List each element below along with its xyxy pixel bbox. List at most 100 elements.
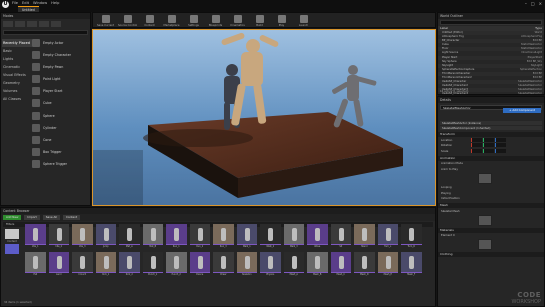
asset-tile[interactable]: Skeleton	[236, 252, 257, 278]
placeable-item[interactable]: Player Start	[32, 86, 90, 97]
x-field[interactable]	[471, 148, 482, 153]
placeable-item[interactable]: Cylinder	[32, 122, 90, 133]
menu-window[interactable]: Window	[33, 1, 47, 5]
category-item[interactable]: Lights	[2, 55, 32, 63]
asset-tile[interactable]: Mesh_E	[377, 252, 398, 278]
outliner-search-input[interactable]	[440, 20, 542, 25]
modes-search-input[interactable]	[3, 30, 88, 35]
y-field[interactable]	[483, 137, 494, 142]
category-item[interactable]: Volumes	[2, 87, 32, 95]
import-button[interactable]: Import	[24, 215, 40, 220]
asset-tile[interactable]: Mesh_B	[307, 252, 328, 278]
toolbar-button[interactable]: Cinematics	[230, 15, 245, 27]
toolbar-button[interactable]: Build	[253, 15, 266, 27]
landscape-mode-icon[interactable]	[27, 21, 37, 27]
asset-tile[interactable]: Punch_1	[142, 252, 163, 278]
level-viewport[interactable]	[92, 29, 436, 206]
add-new-button[interactable]: Add New	[3, 215, 22, 220]
material-thumbnail[interactable]	[478, 239, 492, 250]
asset-tile[interactable]: Idle_2	[48, 224, 69, 250]
asset-tile[interactable]: Walk_3	[283, 224, 304, 250]
anim-thumbnail[interactable]	[478, 172, 492, 184]
geometry-mode-icon[interactable]	[51, 21, 61, 27]
toolbar-button[interactable]: Source Control	[118, 15, 137, 27]
paint-mode-icon[interactable]	[15, 21, 25, 27]
placeable-item[interactable]: Empty Actor	[32, 37, 90, 48]
asset-tile[interactable]: Kick_1	[95, 252, 116, 278]
category-item[interactable]: Geometry	[2, 79, 32, 87]
placeable-item[interactable]: Cube	[32, 98, 90, 109]
toolbar-button[interactable]: Launch	[297, 15, 310, 27]
asset-tile[interactable]: Wave	[307, 224, 328, 250]
y-field[interactable]	[483, 148, 494, 153]
asset-tile[interactable]: Mesh_F	[401, 252, 422, 278]
z-field[interactable]	[495, 137, 506, 142]
asset-tile[interactable]: Land	[48, 252, 69, 278]
filters-button[interactable]: Filters	[6, 222, 14, 226]
asset-tile[interactable]: Physics	[260, 252, 281, 278]
place-mode-icon[interactable]	[3, 21, 13, 27]
section-clothing[interactable]: Clothing	[438, 252, 544, 257]
asset-tile[interactable]: Mat_B	[142, 224, 163, 250]
asset-tile[interactable]: Stand	[354, 224, 375, 250]
toolbar-button[interactable]: Marketplace	[164, 15, 179, 27]
placeable-item[interactable]: Cone	[32, 135, 90, 146]
toolbar-button[interactable]: Settings	[187, 15, 200, 27]
minimize-icon[interactable]: –	[525, 1, 527, 6]
toolbar-button[interactable]: Play	[275, 15, 288, 27]
component-row[interactable]: SkeletalMeshComponent (Inherited)	[440, 126, 542, 130]
placeable-item[interactable]: Box Trigger	[32, 147, 90, 158]
viewport-scene[interactable]	[93, 30, 436, 206]
component-row[interactable]: SkeletalMeshActor (Instance)	[440, 121, 542, 125]
asset-tile[interactable]: Sit	[330, 224, 351, 250]
asset-tile[interactable]: Idle_3	[72, 224, 93, 250]
asset-tile[interactable]: Mat_A	[119, 224, 140, 250]
mesh-thumbnail[interactable]	[478, 214, 492, 226]
foliage-mode-icon[interactable]	[39, 21, 49, 27]
toolbar-button[interactable]: Save Current	[97, 15, 114, 27]
close-icon[interactable]: ×	[539, 1, 542, 6]
placeable-item[interactable]: Point Light	[32, 74, 90, 85]
asset-tile[interactable]: Kick_2	[119, 252, 140, 278]
z-field[interactable]	[495, 148, 506, 153]
menu-file[interactable]: File	[12, 1, 18, 5]
asset-tile[interactable]: Mesh_A	[283, 252, 304, 278]
save-all-button[interactable]: Save All	[42, 215, 60, 220]
z-field[interactable]	[495, 143, 506, 148]
y-field[interactable]	[483, 143, 494, 148]
asset-tile[interactable]: Turn_R	[401, 224, 422, 250]
category-item[interactable]: Basic	[2, 47, 32, 55]
folder-icon[interactable]	[5, 244, 19, 254]
asset-tile[interactable]: Cheer	[213, 252, 234, 278]
category-item[interactable]: Recently Placed	[2, 39, 32, 47]
toolbar-button[interactable]: Blueprints	[209, 15, 222, 27]
asset-tile[interactable]: Walk_2	[260, 224, 281, 250]
placeable-item[interactable]: Sphere	[32, 110, 90, 121]
placeable-item[interactable]: Sphere Trigger	[32, 159, 90, 170]
x-field[interactable]	[471, 137, 482, 142]
asset-tile[interactable]: Walk_1	[236, 224, 257, 250]
folder-icon[interactable]	[5, 229, 19, 239]
asset-tile[interactable]: Run_2	[189, 224, 210, 250]
category-item[interactable]: All Classes	[2, 95, 32, 103]
menu-edit[interactable]: Edit	[22, 1, 29, 5]
category-item[interactable]: Visual Effects	[2, 71, 32, 79]
path-breadcrumb[interactable]: Content	[62, 215, 81, 220]
asset-tile[interactable]: Jump	[95, 224, 116, 250]
asset-tile[interactable]: Punch_2	[166, 252, 187, 278]
add-component-button[interactable]: + Add Component	[503, 108, 541, 113]
placeable-item[interactable]: Empty Pawn	[32, 61, 90, 72]
menu-help[interactable]: Help	[51, 1, 59, 5]
asset-tile[interactable]: Dance	[189, 252, 210, 278]
maximize-icon[interactable]: □	[531, 1, 535, 6]
asset-tile[interactable]: Crouch	[72, 252, 93, 278]
asset-tile[interactable]: Mesh_C	[330, 252, 351, 278]
placeable-item[interactable]: Empty Character	[32, 49, 90, 60]
x-field[interactable]	[471, 143, 482, 148]
category-item[interactable]: Cinematic	[2, 63, 32, 71]
asset-tile[interactable]: Idle_1	[25, 224, 46, 250]
toolbar-button[interactable]: Content	[143, 15, 156, 27]
asset-tile[interactable]: Mesh_D	[354, 252, 375, 278]
asset-tile[interactable]: Fall	[25, 252, 46, 278]
asset-tile[interactable]: Run_3	[213, 224, 234, 250]
